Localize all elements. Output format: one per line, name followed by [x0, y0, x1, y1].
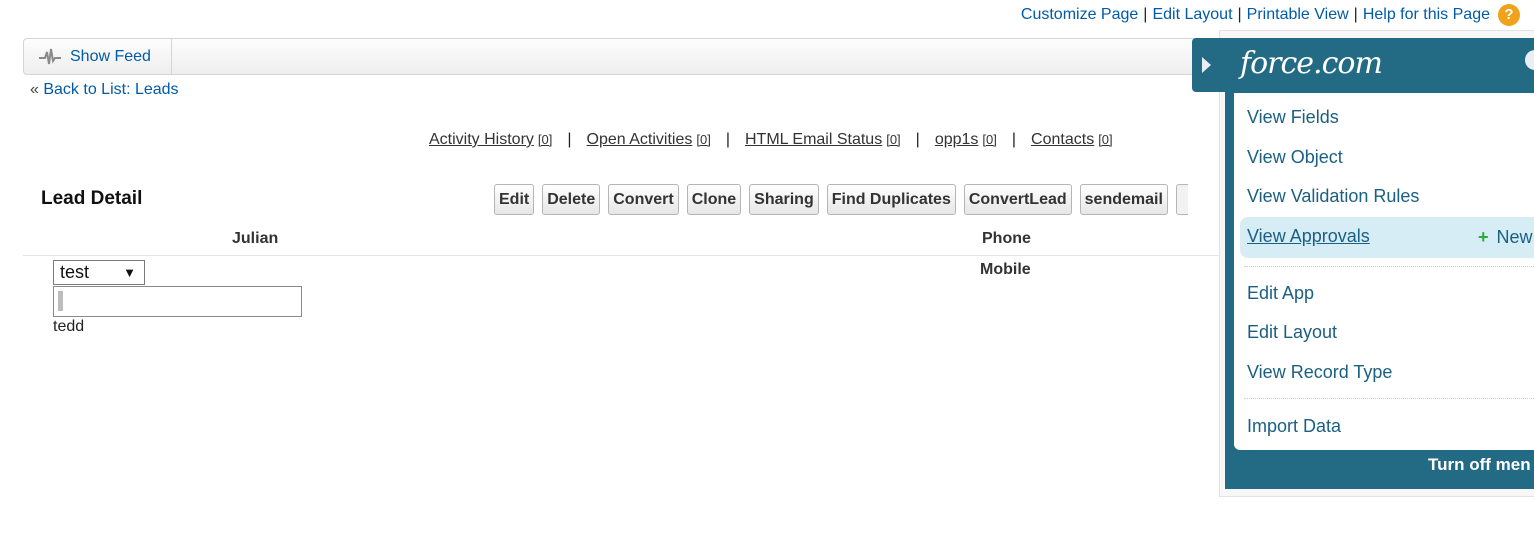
open-activities-link[interactable]: Open Activities	[587, 131, 693, 148]
delete-button[interactable]: Delete	[542, 184, 601, 215]
separator: |	[725, 131, 730, 148]
separator: |	[1143, 6, 1148, 23]
sendemail-button[interactable]: sendemail	[1079, 184, 1168, 215]
overflow-button[interactable]	[1175, 184, 1188, 215]
field-label-phone: Phone	[982, 230, 1031, 247]
opp1s-link[interactable]: opp1s	[935, 131, 979, 148]
customize-page-link[interactable]: Customize Page	[1021, 6, 1138, 24]
convertlead-button[interactable]: ConvertLead	[963, 184, 1072, 215]
text-input[interactable]	[53, 286, 302, 317]
page-title: Lead Detail	[41, 188, 143, 209]
menu-item-edit-layout[interactable]: Edit Layout	[1247, 322, 1337, 343]
back-to-list: « Back to List: Leads	[30, 81, 179, 99]
menu-divider	[1244, 266, 1534, 267]
plus-icon: +	[1478, 227, 1489, 247]
find-duplicates-button[interactable]: Find Duplicates	[826, 184, 956, 215]
test-select[interactable]: test ▼	[53, 260, 145, 285]
force-logo: force.com	[1240, 46, 1383, 81]
menu-item-edit-app[interactable]: Edit App	[1247, 283, 1314, 304]
text-cursor	[58, 291, 63, 311]
settings-icon[interactable]	[1525, 50, 1534, 70]
menu-item-view-approvals[interactable]: View Approvals	[1247, 226, 1370, 247]
clone-button[interactable]: Clone	[686, 184, 742, 215]
show-feed-label: Show Feed	[70, 47, 151, 65]
contacts-count: [0]	[1098, 132, 1113, 147]
activity-history-count: [0]	[537, 132, 553, 147]
related-list-links: Activity History [0] | Open Activities [0] | H…	[429, 131, 1113, 149]
help-link[interactable]: Help for this Page	[1363, 6, 1490, 24]
feed-pulse-icon	[39, 48, 61, 64]
show-feed-button[interactable]: Show Feed	[24, 39, 172, 74]
contacts-link[interactable]: Contacts	[1031, 131, 1094, 148]
opp1s-count: [0]	[982, 132, 997, 147]
new-label: New	[1496, 227, 1533, 247]
open-activities-count: [0]	[696, 132, 711, 147]
detail-buttons: Edit Delete Convert Clone Sharing Find D…	[494, 184, 1188, 215]
menu-item-view-validation-rules[interactable]: View Validation Rules	[1247, 186, 1419, 207]
menu-item-view-object[interactable]: View Object	[1247, 147, 1343, 168]
expand-triangle-icon[interactable]	[1202, 57, 1211, 73]
column-header-name: Julian	[232, 230, 279, 247]
separator: |	[1237, 6, 1242, 23]
printable-view-link[interactable]: Printable View	[1247, 6, 1349, 24]
menu-item-view-fields[interactable]: View Fields	[1247, 107, 1339, 128]
help-icon[interactable]: ?	[1498, 4, 1520, 26]
menu-item-import-data[interactable]: Import Data	[1247, 416, 1341, 437]
separator: |	[1353, 6, 1358, 23]
back-to-list-link[interactable]: Back to List: Leads	[43, 81, 178, 98]
top-links: Customize Page | Edit Layout | Printable…	[1021, 4, 1520, 26]
feed-bar: Show Feed	[23, 38, 1225, 75]
select-value: test	[60, 262, 90, 282]
activity-history-link[interactable]: Activity History	[429, 131, 534, 148]
new-approval-button[interactable]: + New	[1478, 227, 1533, 248]
html-email-status-link[interactable]: HTML Email Status	[745, 131, 882, 148]
edit-layout-link[interactable]: Edit Layout	[1152, 6, 1232, 24]
convert-button[interactable]: Convert	[608, 184, 679, 215]
field-value: tedd	[53, 318, 85, 335]
force-menu-header: force.com	[1192, 38, 1534, 92]
separator: |	[1011, 131, 1017, 148]
back-prefix: «	[30, 81, 39, 98]
menu-item-view-record-type[interactable]: View Record Type	[1247, 362, 1392, 383]
divider	[23, 255, 1223, 256]
separator: |	[567, 131, 572, 148]
turn-off-menu-link[interactable]: Turn off men	[1428, 455, 1531, 475]
field-label-mobile: Mobile	[980, 261, 1031, 278]
separator: |	[915, 131, 920, 148]
edit-button[interactable]: Edit	[494, 184, 535, 215]
force-menu-panel: View Fields View Object View Validation …	[1234, 93, 1534, 450]
html-email-status-count: [0]	[886, 132, 901, 147]
dropdown-arrow-icon: ▼	[123, 265, 136, 280]
sharing-button[interactable]: Sharing	[749, 184, 819, 215]
menu-divider	[1244, 398, 1534, 399]
